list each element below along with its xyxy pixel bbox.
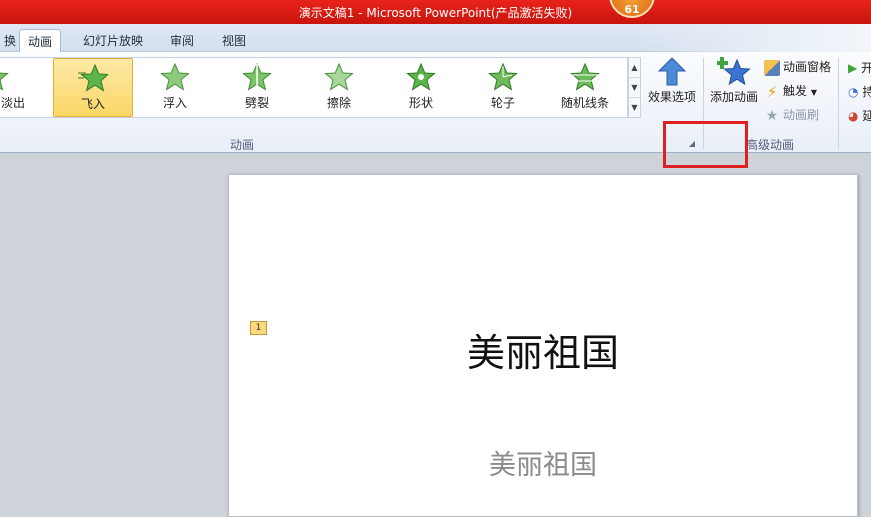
- trigger-label: 触发: [783, 84, 808, 98]
- scroll-up-icon[interactable]: ▲: [629, 58, 640, 78]
- animation-pane-icon: [764, 59, 780, 76]
- star-icon: [0, 72, 9, 91]
- animation-shape[interactable]: 形状: [381, 58, 461, 117]
- add-animation-label: 添加动画: [709, 90, 758, 104]
- star-icon: [324, 62, 354, 91]
- trigger-button[interactable]: ⚡ 触发 ▼: [764, 82, 817, 102]
- highlight-box: [663, 121, 748, 168]
- star-icon: [488, 62, 518, 91]
- add-star-icon: [717, 57, 751, 86]
- animation-painter-label: 动画刷: [783, 108, 820, 122]
- play-icon: ▶: [848, 61, 858, 75]
- animation-pane-label: 动画窗格: [783, 60, 832, 74]
- tab-view[interactable]: 视图: [214, 29, 254, 52]
- animation-gallery: 淡出 飞入 浮入 劈裂 擦除 形状 轮子 随机线条: [0, 57, 628, 118]
- effect-options-button[interactable]: 效果选项: [645, 56, 699, 105]
- animation-label: 擦除: [326, 96, 351, 110]
- star-icon: [570, 62, 600, 91]
- painter-icon: ★: [765, 107, 779, 124]
- animation-label: 淡出: [0, 96, 25, 110]
- separator: [838, 58, 839, 149]
- arrow-up-icon: [657, 57, 687, 86]
- window-title: 演示文稿1 - Microsoft PowerPoint(产品激活失败): [298, 6, 573, 20]
- timing-label: 开: [861, 61, 871, 75]
- timing-start[interactable]: ▶ 开: [848, 59, 871, 79]
- slide-title[interactable]: 美丽祖国: [228, 322, 858, 377]
- animation-fade-out[interactable]: 淡出: [0, 58, 34, 117]
- animation-wipe[interactable]: 擦除: [299, 58, 379, 117]
- effect-options-label: 效果选项: [647, 90, 696, 104]
- animation-label: 劈裂: [244, 96, 269, 110]
- animation-label: 随机线条: [560, 96, 609, 110]
- animation-painter-button[interactable]: ★ 动画刷: [764, 106, 819, 126]
- tab-row: 换 动画 幻灯片放映 审阅 视图: [0, 24, 871, 52]
- scroll-down-icon[interactable]: ▼: [629, 78, 640, 98]
- animation-label: 轮子: [490, 96, 515, 110]
- tab-review[interactable]: 审阅: [162, 29, 202, 52]
- slide-subtitle[interactable]: 美丽祖国: [228, 443, 858, 482]
- lightning-icon: ⚡: [766, 82, 778, 101]
- timing-label: 持: [862, 85, 871, 99]
- gallery-more-icon[interactable]: ▼: [629, 98, 640, 118]
- tab-slideshow[interactable]: 幻灯片放映: [75, 29, 151, 52]
- star-fly-icon: [78, 63, 108, 92]
- animation-float-in[interactable]: 浮入: [135, 58, 215, 117]
- animation-pane-button[interactable]: 动画窗格: [764, 58, 831, 78]
- chevron-down-icon: ▼: [810, 88, 817, 97]
- timing-duration[interactable]: ◔ 持: [848, 83, 871, 103]
- animation-label: 形状: [408, 96, 433, 110]
- animation-label: 浮入: [162, 96, 187, 110]
- animation-label: 飞入: [80, 97, 105, 111]
- gallery-scroll: ▲ ▼ ▼: [628, 57, 641, 118]
- animation-random-bars[interactable]: 随机线条: [545, 58, 625, 117]
- timing-delay[interactable]: ◕ 延: [848, 107, 871, 127]
- star-icon: [406, 62, 436, 91]
- add-animation-button[interactable]: 添加动画: [707, 56, 761, 105]
- clock-icon: ◔: [848, 85, 859, 99]
- star-icon: [242, 62, 272, 91]
- animation-wheel[interactable]: 轮子: [463, 58, 543, 117]
- star-icon: [160, 62, 190, 91]
- group-label-animation: 动画: [230, 138, 255, 152]
- group-label-advanced: 高级动画: [746, 138, 795, 152]
- clock-icon: ◕: [848, 109, 859, 123]
- title-bar: 演示文稿1 - Microsoft PowerPoint(产品激活失败) 61: [0, 0, 871, 24]
- animation-split[interactable]: 劈裂: [217, 58, 297, 117]
- timing-label: 延: [862, 109, 871, 123]
- animation-fly-in[interactable]: 飞入: [53, 58, 133, 117]
- tab-row-fade: [631, 24, 871, 52]
- tab-animations[interactable]: 动画: [19, 29, 62, 52]
